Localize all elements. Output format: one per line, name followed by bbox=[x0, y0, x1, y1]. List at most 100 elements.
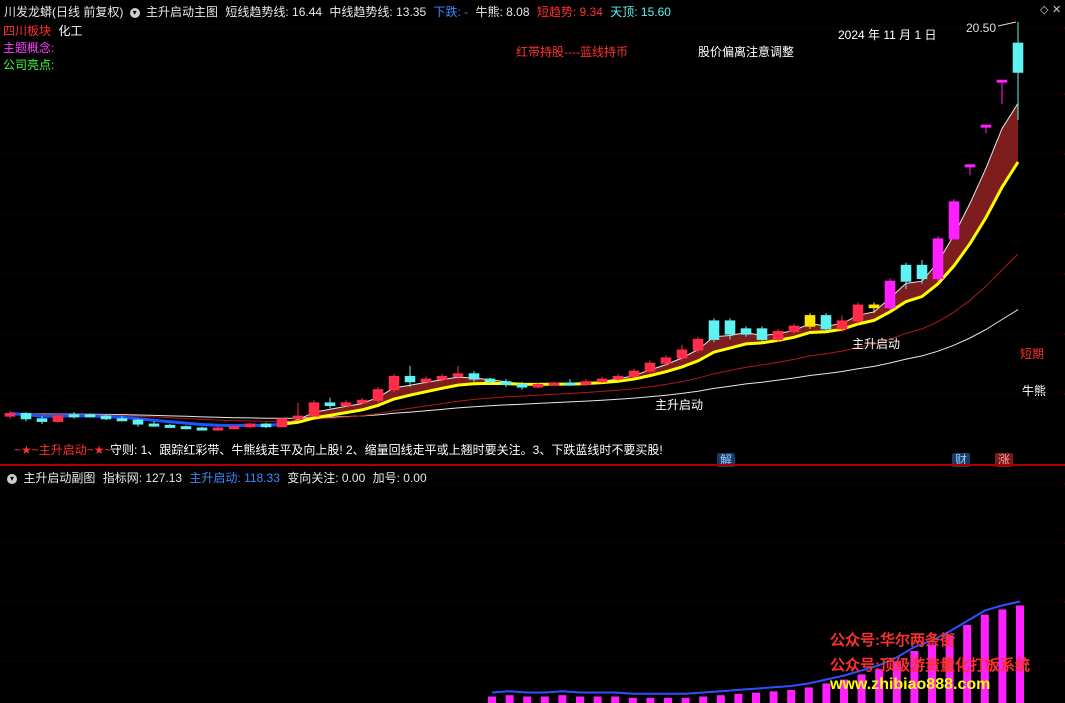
sub-bar bbox=[558, 695, 567, 703]
candle-body bbox=[4, 412, 16, 417]
candle-body bbox=[804, 315, 816, 327]
candle-body bbox=[852, 304, 864, 322]
short-trend-value: 短线趋势线: 16.44 bbox=[225, 5, 323, 19]
red-ribbon bbox=[10, 103, 1018, 426]
sub-bar bbox=[699, 696, 708, 703]
candle-body bbox=[36, 418, 48, 422]
candle-body bbox=[676, 349, 688, 359]
candle-body bbox=[932, 238, 944, 280]
sub-bar bbox=[505, 695, 514, 703]
candle-body bbox=[100, 415, 112, 420]
candle-body bbox=[372, 389, 384, 401]
candle-body bbox=[820, 315, 832, 330]
watermark-line-3: www.zhibiao888.com bbox=[830, 676, 991, 693]
candle-body bbox=[116, 418, 128, 422]
sub-bar bbox=[488, 696, 496, 703]
candle-body bbox=[660, 357, 672, 364]
sub-bar bbox=[734, 693, 743, 703]
candle-body bbox=[164, 424, 176, 428]
candle-body bbox=[452, 373, 464, 377]
bull-bear-line bbox=[9, 309, 1019, 419]
sub-indicator-menu-icon[interactable]: ▾ bbox=[7, 473, 17, 484]
candle-body bbox=[740, 328, 752, 335]
main-chart-panel[interactable]: 川发龙蟒(日线 前复权) ▾ 主升启动主图 短线趋势线: 16.44 中线趋势线… bbox=[0, 0, 1065, 467]
main-chart-canvas[interactable] bbox=[0, 0, 1065, 466]
highlight-label: 公司亮点: bbox=[3, 58, 55, 72]
high-price-label: 20.50 bbox=[966, 21, 997, 35]
candle-body bbox=[916, 264, 928, 280]
candle-body bbox=[772, 330, 784, 340]
candle-body bbox=[244, 423, 256, 428]
sector-label: 四川板块 bbox=[3, 24, 52, 38]
sub-bar bbox=[593, 696, 602, 703]
collapse-icon[interactable]: ◇ bbox=[1040, 3, 1048, 16]
candle-body bbox=[276, 418, 288, 428]
short-trend2-value: 短趋势: 9.34 bbox=[536, 5, 603, 19]
candle-body bbox=[756, 328, 768, 340]
candle-body bbox=[468, 373, 480, 380]
candle-body bbox=[548, 382, 560, 386]
main-header: 川发龙蟒(日线 前复权) ▾ 主升启动主图 短线趋势线: 16.44 中线趋势线… bbox=[4, 3, 671, 20]
candle-body bbox=[628, 370, 640, 377]
candle-body bbox=[228, 426, 240, 430]
sub-bar bbox=[769, 691, 778, 703]
launch-value: 主升启动: 118.33 bbox=[189, 471, 280, 485]
candle-body bbox=[1012, 42, 1024, 73]
close-icon[interactable]: ✕ bbox=[1052, 3, 1061, 16]
candle-body bbox=[484, 378, 496, 383]
sub-bar bbox=[752, 692, 760, 703]
candle-body bbox=[20, 412, 32, 420]
candle-body bbox=[132, 419, 144, 425]
mid-trend-value: 中线趋势线: 13.35 bbox=[329, 5, 427, 19]
candle-body bbox=[260, 423, 272, 428]
candle-body bbox=[500, 381, 512, 385]
candle-body bbox=[52, 415, 64, 422]
candle-body bbox=[420, 378, 432, 383]
short-line-label: 短期 bbox=[1020, 347, 1045, 361]
bull-bear-value: 牛熊: 8.08 bbox=[475, 5, 530, 19]
sub-indicator-name[interactable]: 主升启动副图 bbox=[23, 471, 95, 485]
turn-value: 变向关注: 0.00 bbox=[287, 471, 366, 485]
candle-body bbox=[84, 414, 96, 418]
candle-body bbox=[532, 383, 544, 388]
candle-body bbox=[596, 378, 608, 383]
candle-body bbox=[788, 325, 800, 332]
sector-info: 四川板块 化工 bbox=[3, 22, 82, 39]
fall-value: 下跌: - bbox=[433, 5, 469, 19]
candle-body bbox=[644, 362, 656, 372]
candle-body bbox=[196, 427, 208, 431]
candle-body bbox=[580, 381, 592, 385]
ribbon-legend: 红带持股----蓝线持币 bbox=[516, 45, 628, 59]
candle-body bbox=[356, 399, 368, 404]
launch-signal: ~★~主升启动~★~ bbox=[14, 443, 112, 457]
top-value: 天顶: 15.60 bbox=[610, 5, 671, 19]
date-label: 2024 年 11 月 1 日 bbox=[838, 28, 937, 42]
candle-body bbox=[516, 383, 528, 388]
candle-body bbox=[68, 414, 80, 418]
candle-body bbox=[292, 415, 304, 420]
sub-header: ▾ 主升启动副图 指标网: 127.13 主升启动: 118.33 变向关注: … bbox=[4, 469, 427, 486]
candle-body bbox=[324, 402, 336, 407]
candle-body bbox=[180, 426, 192, 430]
sub-chart-panel[interactable]: ▾ 主升启动副图 指标网: 127.13 主升启动: 118.33 变向关注: … bbox=[0, 466, 1065, 703]
candle-body bbox=[436, 375, 448, 380]
candle-body bbox=[308, 402, 320, 417]
candle-body bbox=[564, 382, 576, 386]
candle-body bbox=[868, 304, 880, 309]
sub-bar bbox=[787, 690, 796, 703]
add-value: 加号: 0.00 bbox=[372, 471, 427, 485]
candle-body bbox=[900, 264, 912, 282]
candle-body bbox=[948, 201, 960, 240]
sub-bar bbox=[523, 696, 532, 703]
launch-mark-1: 主升启动 bbox=[655, 398, 704, 412]
candle-body bbox=[388, 375, 400, 391]
sub-bar bbox=[804, 687, 813, 703]
candle-body bbox=[884, 280, 896, 309]
sub-bar bbox=[681, 697, 690, 703]
high-price-arrow bbox=[997, 21, 1017, 27]
main-indicator-name[interactable]: 主升启动主图 bbox=[146, 5, 218, 19]
indicator-menu-icon[interactable]: ▾ bbox=[129, 7, 140, 18]
candle-body bbox=[836, 320, 848, 330]
sub-bar bbox=[716, 695, 725, 703]
candle-body bbox=[692, 338, 704, 351]
